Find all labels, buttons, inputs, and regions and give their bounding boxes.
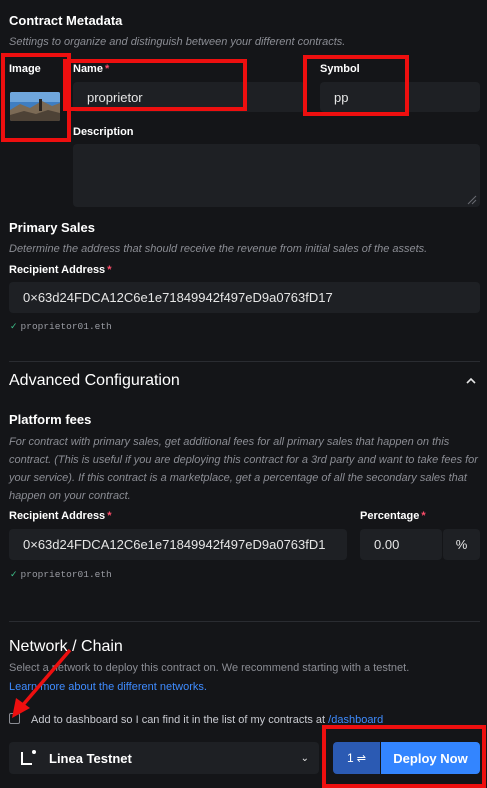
percentage-input[interactable]: 0.00 [360, 529, 442, 560]
annotation-box-deploy [322, 725, 486, 788]
primary-sales-subtitle: Determine the address that should receiv… [9, 243, 428, 255]
annotation-box-image [1, 53, 71, 142]
check-icon: ✓ [10, 321, 18, 331]
description-textarea[interactable] [73, 144, 480, 207]
description-label: Description [73, 126, 134, 138]
contract-metadata-subtitle: Settings to organize and distinguish bet… [9, 36, 346, 48]
divider [9, 361, 480, 362]
annotation-arrow-icon [12, 648, 72, 718]
linea-logo-icon [21, 750, 36, 765]
primary-ens-resolved: ✓ proprietor01.eth [10, 321, 112, 332]
resize-handle-icon[interactable] [467, 195, 477, 205]
primary-sales-title: Primary Sales [9, 220, 96, 235]
percentage-label: Percentage * [360, 510, 426, 522]
percentage-unit: % [443, 529, 480, 560]
advanced-config-title: Advanced Configuration [9, 372, 180, 389]
primary-recipient-input[interactable]: 0×63d24FDCA12C6e1e71849942f497eD9a0763fD… [9, 282, 480, 313]
network-select[interactable]: Linea Testnet ⌄ [9, 742, 319, 774]
primary-ens-name: proprietor01.eth [20, 321, 112, 332]
annotation-box-symbol [303, 55, 409, 116]
primary-recipient-label: Recipient Address * [9, 264, 112, 276]
fee-ens-resolved: ✓ proprietor01.eth [10, 569, 112, 580]
contract-metadata-title: Contract Metadata [9, 13, 123, 28]
fee-recipient-input[interactable]: 0×63d24FDCA12C6e1e71849942f497eD9a0763fD… [9, 529, 347, 560]
network-select-value: Linea Testnet [49, 750, 132, 766]
fee-ens-name: proprietor01.eth [20, 569, 112, 580]
chevron-up-icon[interactable] [465, 376, 477, 386]
check-icon: ✓ [10, 569, 18, 579]
divider [9, 621, 480, 622]
annotation-box-name [63, 59, 247, 111]
chevron-down-icon: ⌄ [300, 752, 309, 764]
platform-fees-description: For contract with primary sales, get add… [9, 436, 478, 502]
fee-recipient-label: Recipient Address * [9, 510, 112, 522]
platform-fees-title: Platform fees [9, 412, 92, 427]
